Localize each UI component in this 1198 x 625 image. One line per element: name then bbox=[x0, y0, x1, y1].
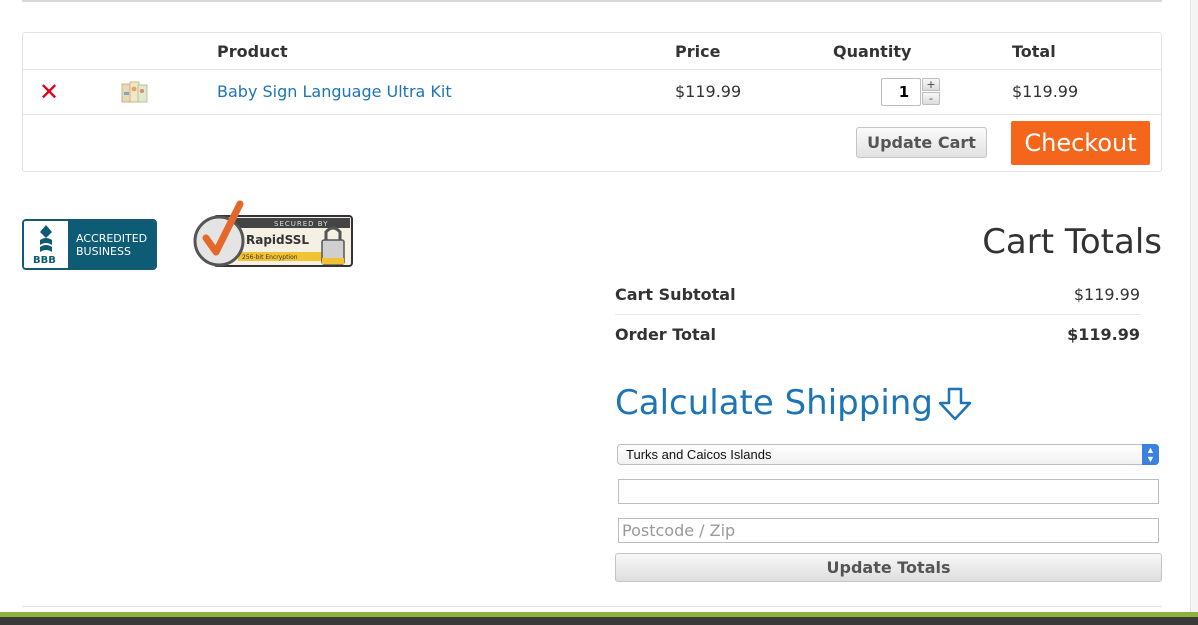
country-select-value: Turks and Caicos Islands bbox=[626, 447, 772, 462]
order-total-value: $119.99 bbox=[1067, 325, 1140, 344]
rapidssl-seal[interactable]: SECURED BY RapidSSL 256-bit Encryption bbox=[192, 196, 354, 274]
top-divider bbox=[22, 0, 1162, 2]
postcode-input[interactable]: Postcode / Zip bbox=[618, 518, 1159, 543]
quantity-decrease-button[interactable]: - bbox=[922, 92, 940, 105]
arrow-down-icon[interactable] bbox=[936, 386, 974, 424]
bbb-line-1: ACCREDITED bbox=[76, 232, 148, 245]
product-thumbnail[interactable] bbox=[120, 80, 152, 106]
page-scroll-edge bbox=[1190, 0, 1198, 612]
cart-actions: Update Cart Checkout bbox=[23, 115, 1161, 172]
cart-totals-title: Cart Totals bbox=[982, 222, 1162, 262]
item-total: $119.99 bbox=[1012, 82, 1079, 101]
order-total-label: Order Total bbox=[615, 325, 716, 344]
cart-table-header: Product Price Quantity Total bbox=[23, 33, 1161, 70]
ssl-encryption: 256-bit Encryption bbox=[242, 254, 298, 261]
update-cart-button[interactable]: Update Cart bbox=[856, 127, 987, 158]
header-total: Total bbox=[1012, 42, 1056, 61]
quantity-input[interactable] bbox=[881, 78, 921, 106]
country-select[interactable]: Turks and Caicos Islands ▲ ▼ bbox=[617, 444, 1159, 465]
quantity-increase-button[interactable]: + bbox=[922, 78, 940, 91]
cart-subtotal-row: Cart Subtotal $119.99 bbox=[615, 275, 1140, 315]
update-totals-button[interactable]: Update Totals bbox=[615, 553, 1162, 582]
product-link[interactable]: Baby Sign Language Ultra Kit bbox=[217, 82, 452, 101]
checkout-button[interactable]: Checkout bbox=[1011, 121, 1150, 165]
remove-item-icon[interactable]: ✕ bbox=[39, 78, 59, 106]
order-total-row: Order Total $119.99 bbox=[615, 315, 1140, 355]
quantity-stepper: + - bbox=[881, 78, 941, 106]
ssl-secured-by: SECURED BY bbox=[274, 220, 328, 228]
header-quantity: Quantity bbox=[833, 42, 912, 61]
item-price: $119.99 bbox=[675, 82, 742, 101]
select-chevron-icon: ▲ ▼ bbox=[1142, 444, 1159, 465]
header-product: Product bbox=[217, 42, 288, 61]
bbb-text: ACCREDITED BUSINESS bbox=[68, 221, 155, 268]
bbb-logo-text: BBB bbox=[33, 255, 56, 266]
bbb-logo: BBB bbox=[24, 221, 68, 268]
bbb-line-2: BUSINESS bbox=[76, 245, 131, 258]
header-price: Price bbox=[675, 42, 721, 61]
state-input[interactable] bbox=[618, 479, 1159, 504]
footer-bar bbox=[0, 617, 1198, 625]
footer-divider bbox=[22, 606, 1162, 607]
table-row: ✕ Baby Sign Language Ultra Kit $119.99 +… bbox=[23, 70, 1161, 115]
cart-subtotal-value: $119.99 bbox=[1073, 285, 1140, 304]
bbb-accredited-badge[interactable]: BBB ACCREDITED BUSINESS bbox=[22, 219, 157, 270]
cart-table: Product Price Quantity Total ✕ Baby Sign… bbox=[22, 32, 1162, 172]
ssl-brand: RapidSSL bbox=[246, 233, 309, 247]
cart-subtotal-label: Cart Subtotal bbox=[615, 285, 736, 304]
calculate-shipping-link[interactable]: Calculate Shipping bbox=[615, 383, 933, 423]
cart-page: Product Price Quantity Total ✕ Baby Sign… bbox=[0, 0, 1198, 625]
